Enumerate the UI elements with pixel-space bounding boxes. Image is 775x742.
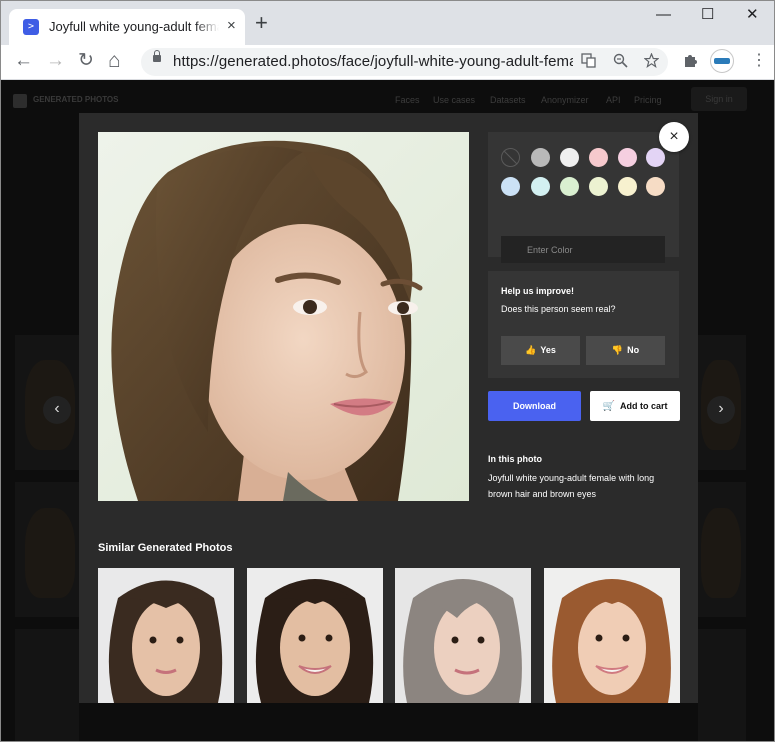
in-this-photo-heading: In this photo <box>488 454 542 464</box>
nav-anonymizer[interactable]: Anonymizer <box>541 95 589 105</box>
browser-toolbar: ← → ↻ ⌂ https://generated.photos/face/jo… <box>1 45 774 80</box>
translate-icon[interactable] <box>581 53 596 71</box>
main-face-photo <box>98 132 469 501</box>
background-face <box>25 508 75 598</box>
cart-icon: 🛒 <box>602 401 615 412</box>
swatch-cyan[interactable] <box>531 177 550 196</box>
tab-close-icon[interactable]: × <box>227 18 236 34</box>
download-button[interactable]: Download <box>488 391 581 421</box>
feedback-title: Help us improve! <box>501 286 575 296</box>
new-tab-button[interactable]: + <box>255 12 268 34</box>
tab-strip: > Joyfull white young-adult female with … <box>1 1 774 45</box>
swatch-rose[interactable] <box>618 148 637 167</box>
tab-title: Joyfull white young-adult female with lo… <box>49 19 219 34</box>
browser-tab[interactable]: > Joyfull white young-adult female with … <box>9 9 245 45</box>
vote-yes-label: Yes <box>540 345 556 355</box>
swatch-none[interactable] <box>501 148 520 167</box>
enter-color-input[interactable] <box>501 236 665 263</box>
minimize-button[interactable]: — <box>656 5 671 25</box>
nav-faces[interactable]: Faces <box>395 95 420 105</box>
feedback-panel: Help us improve! Does this person seem r… <box>488 271 679 378</box>
swatch-pink[interactable] <box>589 148 608 167</box>
vote-yes-button[interactable]: 👍 Yes <box>501 336 580 365</box>
thumbs-down-icon: 👎 <box>611 345 624 355</box>
site-name: GENERATED PHOTOS <box>33 95 119 104</box>
forward-button[interactable]: → <box>46 50 65 72</box>
swatch-mint[interactable] <box>560 177 579 196</box>
color-filter-panel <box>488 132 679 263</box>
site-favicon: > <box>23 19 39 35</box>
nav-api[interactable]: API <box>606 95 621 105</box>
swatch-light-blue[interactable] <box>501 177 520 196</box>
close-modal-button[interactable]: × <box>659 122 689 152</box>
swatch-peach[interactable] <box>646 177 665 196</box>
maximize-button[interactable]: ☐ <box>701 5 714 25</box>
reload-button[interactable]: ↻ <box>78 50 94 72</box>
add-to-cart-label: Add to cart <box>619 401 668 411</box>
next-photo-button[interactable]: › <box>707 396 735 424</box>
swatch-cream[interactable] <box>618 177 637 196</box>
similar-photo-thumb[interactable] <box>544 568 680 703</box>
site-logo-icon <box>13 94 27 108</box>
nav-pricing[interactable]: Pricing <box>634 95 662 105</box>
swatch-lime[interactable] <box>589 177 608 196</box>
feedback-question: Does this person seem real? <box>501 304 616 314</box>
swatch-lavender[interactable] <box>646 148 665 167</box>
similar-photo-thumb[interactable] <box>247 568 383 703</box>
vote-no-button[interactable]: 👎 No <box>586 336 665 365</box>
add-to-cart-button[interactable]: 🛒 Add to cart <box>590 391 680 421</box>
home-button[interactable]: ⌂ <box>108 50 121 72</box>
zoom-icon[interactable] <box>613 53 628 71</box>
nav-use-cases[interactable]: Use cases <box>433 95 475 105</box>
star-icon[interactable] <box>643 52 660 71</box>
lock-icon[interactable] <box>153 50 161 62</box>
url-text[interactable]: https://generated.photos/face/joyfull-wh… <box>173 53 573 70</box>
photo-description: Joyfull white young-adult female with lo… <box>488 473 655 499</box>
background-photo-tile <box>698 629 746 741</box>
swatch-gray[interactable] <box>531 148 550 167</box>
browser-window: > Joyfull white young-adult female with … <box>0 0 775 742</box>
sign-in-button[interactable]: Sign in <box>691 87 747 111</box>
background-photo-tile <box>15 629 79 741</box>
back-button[interactable]: ← <box>14 50 33 72</box>
similar-photo-thumb[interactable] <box>395 568 531 703</box>
similar-photo-thumb[interactable] <box>98 568 234 703</box>
extensions-icon[interactable] <box>682 52 698 72</box>
photo-detail-modal: Help us improve! Does this person seem r… <box>79 113 698 703</box>
window-close-button[interactable]: ✕ <box>746 5 759 25</box>
nav-datasets[interactable]: Datasets <box>490 95 526 105</box>
background-face <box>701 508 741 598</box>
thumbs-up-icon: 👍 <box>525 345 537 355</box>
menu-icon[interactable]: ⋮ <box>751 50 767 70</box>
swatch-white[interactable] <box>560 148 579 167</box>
previous-photo-button[interactable]: ‹ <box>43 396 71 424</box>
similar-photos-heading: Similar Generated Photos <box>98 542 233 554</box>
address-bar[interactable]: https://generated.photos/face/joyfull-wh… <box>141 48 668 76</box>
vote-no-label: No <box>627 345 640 355</box>
profile-avatar[interactable] <box>710 49 734 73</box>
